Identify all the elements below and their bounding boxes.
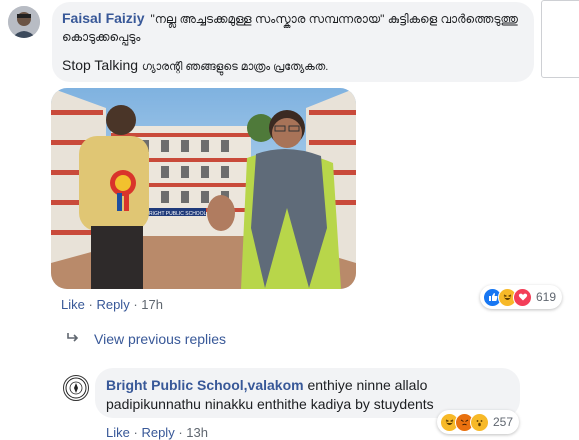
reply-text-1: enthiye ninne allalo bbox=[307, 377, 428, 393]
commenter-avatar[interactable] bbox=[8, 6, 40, 38]
comment-author[interactable]: Faisal Faiziy bbox=[62, 10, 144, 26]
separator: · bbox=[133, 297, 138, 312]
view-previous-replies[interactable]: View previous replies bbox=[66, 331, 226, 347]
like-link[interactable]: Like bbox=[61, 297, 85, 312]
comment-text-1: "നല്ല അച്ചടക്കമുള്ള സംസ്കാര സമ്പന്നരായ" … bbox=[150, 12, 518, 26]
comment-text-2: കൊടുക്കപ്പെടും bbox=[62, 30, 141, 44]
school-sign: BRIGHT PUBLIC SCHOOL bbox=[146, 211, 207, 217]
reaction-pill[interactable]: 619 bbox=[480, 285, 563, 309]
comment-bubble: Faisal Faiziy "നല്ല അച്ചടക്കമുള്ള സംസ്കാര… bbox=[52, 2, 534, 82]
reply-line-1: Bright Public School,valakom enthiye nin… bbox=[106, 377, 427, 393]
comment-actions: Like · Reply · 17h bbox=[61, 297, 163, 312]
love-icon bbox=[513, 287, 532, 307]
comment-text-3-rest: ഗ്യാരന്റി ഞങ്ങളുടെ മാത്രം പ്രത്യേകത. bbox=[141, 61, 329, 73]
reply-link[interactable]: Reply bbox=[96, 297, 129, 312]
comment-text-3-bold: Stop Talking bbox=[62, 57, 139, 73]
reply-reaction-pill[interactable]: 257 bbox=[437, 410, 520, 434]
reply-author[interactable]: Bright Public School,valakom bbox=[106, 377, 304, 393]
reply-arrow-icon bbox=[66, 331, 80, 347]
comment-photo[interactable]: BRIGHT PUBLIC SCHOOL bbox=[51, 88, 356, 289]
reaction-summary[interactable]: 619 bbox=[480, 285, 563, 309]
separator: · bbox=[88, 297, 93, 312]
reply-reaction-summary[interactable]: 257 bbox=[437, 410, 520, 434]
side-options-panel[interactable] bbox=[541, 0, 579, 78]
comment-time[interactable]: 17h bbox=[141, 297, 163, 312]
wow-icon bbox=[470, 412, 489, 432]
view-previous-replies-label[interactable]: View previous replies bbox=[94, 331, 226, 347]
school-logo-avatar[interactable] bbox=[63, 375, 89, 401]
comment-line-3: Stop Talking ഗ്യാരന്റി ഞങ്ങളുടെ മാത്രം പ… bbox=[62, 57, 328, 74]
reply-text-2: padipikunnathu ninakku enthithe kadiya b… bbox=[106, 396, 434, 412]
reply-reaction-count: 257 bbox=[493, 415, 514, 429]
reaction-count: 619 bbox=[536, 290, 557, 304]
comment-line-1: Faisal Faiziy "നല്ല അച്ചടക്കമുള്ള സംസ്കാര… bbox=[62, 10, 518, 27]
